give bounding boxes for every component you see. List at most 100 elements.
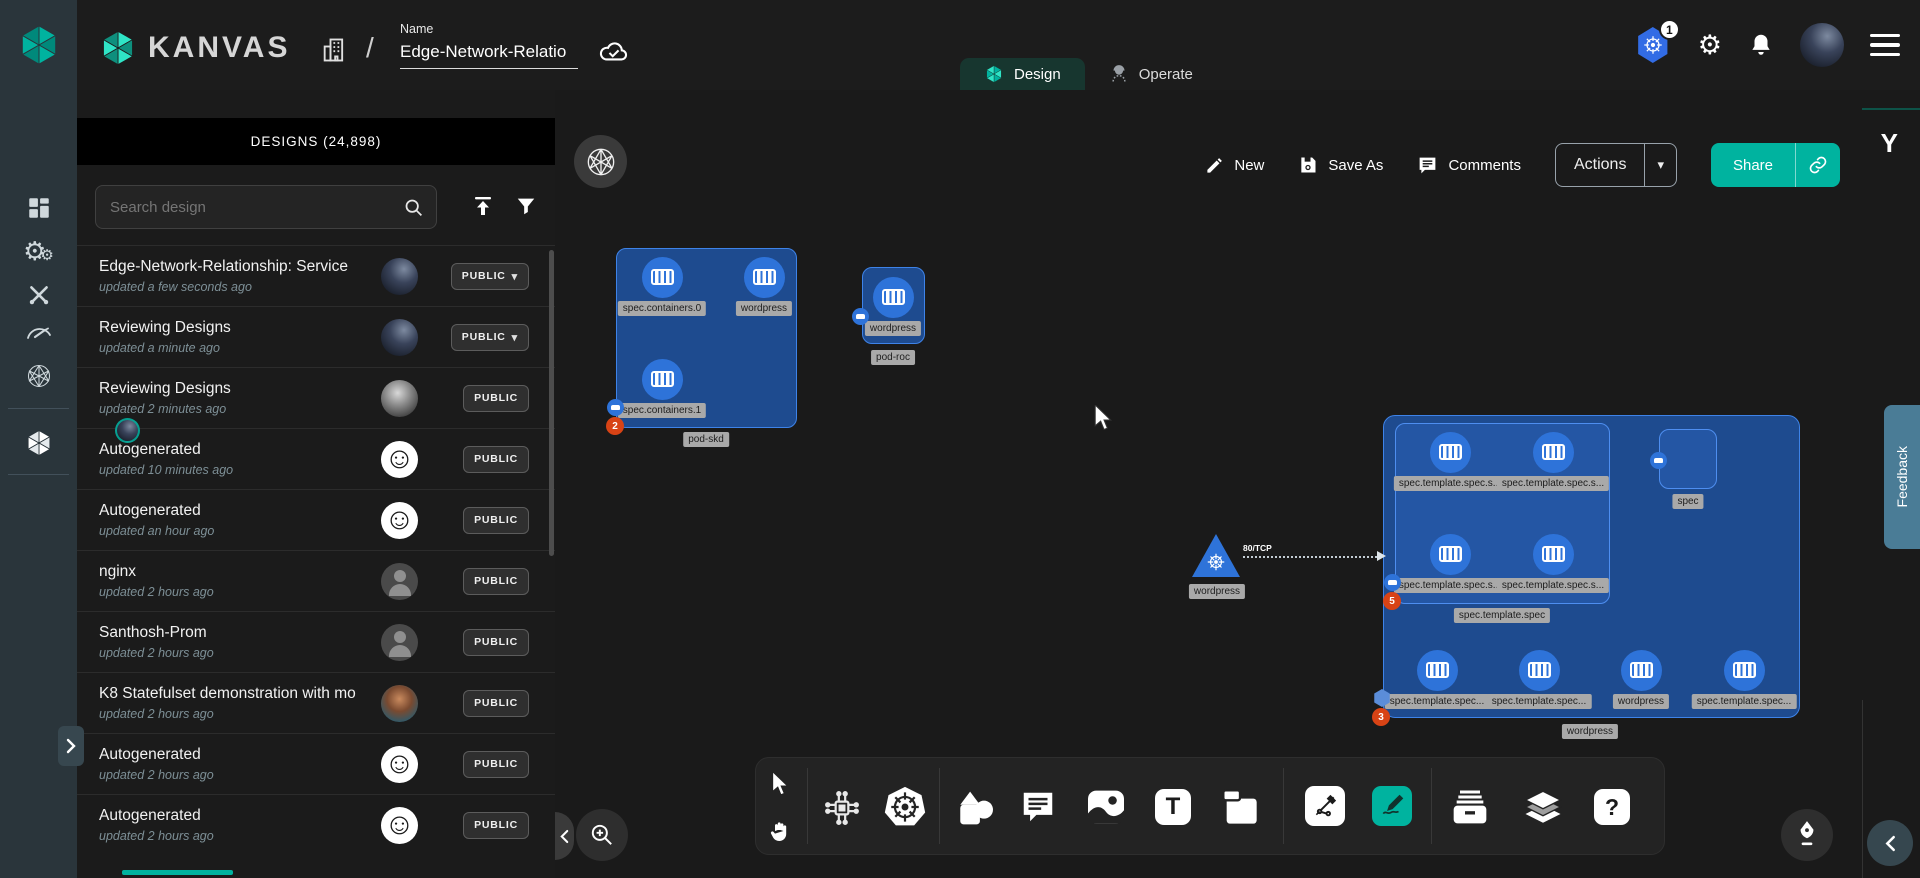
visibility-chip[interactable]: PUBLIC <box>463 629 529 656</box>
notifications-bell-icon[interactable] <box>1748 31 1774 59</box>
design-list-item[interactable]: Edge-Network-Relationship: Serviceupdate… <box>77 245 555 306</box>
service-node[interactable] <box>1192 534 1240 577</box>
visibility-chip[interactable]: PUBLIC <box>463 568 529 595</box>
container-node[interactable] <box>1430 534 1471 575</box>
settings-gear-icon[interactable]: ⚙ <box>1698 32 1722 59</box>
filter-designs-button[interactable] <box>515 195 537 222</box>
performance-dial-icon[interactable] <box>0 322 77 342</box>
pan-tool-button[interactable] <box>760 812 800 852</box>
comments-button[interactable]: Comments <box>1417 155 1521 176</box>
error-count-badge[interactable]: 2 <box>606 417 624 435</box>
history-drawer-button[interactable] <box>1448 785 1492 829</box>
copy-link-icon[interactable] <box>1795 143 1840 187</box>
visibility-chip[interactable]: PUBLIC▾ <box>451 324 529 351</box>
design-list-item[interactable]: Autogeneratedupdated 2 hours ago☺PUBLIC <box>77 733 555 794</box>
share-label[interactable]: Share <box>1711 143 1795 187</box>
visibility-chip[interactable]: PUBLIC▾ <box>451 263 529 290</box>
visibility-chip[interactable]: PUBLIC <box>463 385 529 412</box>
edge-service-to-deployment[interactable] <box>1243 556 1381 558</box>
text-tool-button[interactable]: T <box>1155 789 1191 825</box>
container-node[interactable] <box>744 257 785 298</box>
kanvas-brand[interactable]: KANVAS <box>98 28 290 68</box>
container-node[interactable] <box>642 359 683 400</box>
group-spec-template-spec[interactable] <box>1395 423 1610 604</box>
tab-design[interactable]: Design <box>960 58 1085 90</box>
configuration-tools-icon[interactable] <box>0 282 77 308</box>
design-list-item[interactable]: Santhosh-Promupdated 2 hours agoPUBLIC <box>77 611 555 672</box>
designs-scrollbar[interactable] <box>549 250 554 556</box>
import-design-button[interactable] <box>471 194 495 223</box>
visibility-label: PUBLIC <box>474 392 518 404</box>
kubernetes-context-button[interactable]: 1 <box>1636 27 1672 63</box>
freehand-draw-tool-button[interactable] <box>1372 786 1412 826</box>
kanvas-hexagon-icon[interactable] <box>0 428 77 458</box>
pod-badge-icon <box>607 399 624 416</box>
comment-tool-button[interactable] <box>1016 785 1060 829</box>
operate-tab-label: Operate <box>1139 66 1193 83</box>
container-node[interactable] <box>1533 432 1574 473</box>
visibility-label: PUBLIC <box>474 453 518 465</box>
feedback-tab[interactable]: Feedback <box>1884 405 1920 549</box>
layers-button[interactable] <box>1520 784 1566 830</box>
design-list-item[interactable]: K8 Statefulset demonstration with moupda… <box>77 672 555 733</box>
design-list-item[interactable]: Autogeneratedupdated an hour ago☺PUBLIC <box>77 489 555 550</box>
user-avatar[interactable] <box>1800 23 1844 67</box>
save-as-button[interactable]: Save As <box>1298 155 1383 175</box>
group-pod-skd-label: pod-skd <box>683 432 729 447</box>
menu-hamburger-icon[interactable] <box>1870 34 1900 57</box>
image-tool-button[interactable] <box>1084 786 1128 828</box>
group-spec[interactable] <box>1659 429 1717 489</box>
container-node[interactable] <box>1417 650 1458 691</box>
container-node[interactable] <box>873 277 914 318</box>
design-list-item[interactable]: Reviewing Designsupdated a minute agoPUB… <box>77 306 555 367</box>
container-node[interactable] <box>1621 650 1662 691</box>
container-node[interactable] <box>642 257 683 298</box>
container-node[interactable] <box>1724 650 1765 691</box>
help-tool-button[interactable]: ? <box>1594 789 1630 825</box>
tab-operate[interactable]: Operate <box>1085 58 1217 90</box>
kubernetes-tool-button[interactable] <box>882 784 928 830</box>
select-tool-button[interactable] <box>760 764 800 804</box>
new-button[interactable]: New <box>1205 156 1264 175</box>
pen-path-tool-button[interactable] <box>1305 786 1345 826</box>
organization-icon[interactable] <box>320 36 348 64</box>
design-canvas[interactable]: New Save As Comments Actions ▾ Shar <box>555 90 1920 878</box>
collapse-right-button[interactable] <box>1867 820 1913 866</box>
chevron-down-icon: ▾ <box>512 331 518 344</box>
zoom-in-icon <box>589 822 615 848</box>
components-tool-button[interactable] <box>820 786 864 830</box>
kanvas-canvas-logo-button[interactable] <box>574 135 627 188</box>
dashboard-icon[interactable] <box>0 195 77 221</box>
actions-label[interactable]: Actions <box>1556 144 1644 186</box>
actions-split-button[interactable]: Actions ▾ <box>1555 143 1677 187</box>
design-list-item[interactable]: nginxupdated 2 hours agoPUBLIC <box>77 550 555 611</box>
container-node[interactable] <box>1430 432 1471 473</box>
actions-caret[interactable]: ▾ <box>1644 144 1676 186</box>
shapes-tool-button[interactable] <box>952 786 998 830</box>
save-icon <box>1298 155 1318 175</box>
error-count-badge[interactable]: 5 <box>1383 592 1401 610</box>
visibility-chip[interactable]: PUBLIC <box>463 812 529 839</box>
meshery-extensions-icon[interactable] <box>0 362 77 390</box>
visibility-chip[interactable]: PUBLIC <box>463 751 529 778</box>
design-list-item[interactable]: Reviewing Designsupdated 2 minutes agoPU… <box>77 367 555 428</box>
zoom-button[interactable] <box>576 809 628 861</box>
visibility-chip[interactable]: PUBLIC <box>463 446 529 473</box>
container-node[interactable] <box>1533 534 1574 575</box>
share-split-button[interactable]: Share <box>1711 143 1840 187</box>
visibility-chip[interactable]: PUBLIC <box>463 690 529 717</box>
merge-branch-icon[interactable]: Y <box>1881 128 1898 159</box>
expand-sidebar-button[interactable] <box>58 726 84 766</box>
pen-nib-button[interactable] <box>1781 809 1833 861</box>
design-list-item[interactable]: Autogeneratedupdated 10 minutes ago☺PUBL… <box>77 428 555 489</box>
visibility-chip[interactable]: PUBLIC <box>463 507 529 534</box>
container-node[interactable] <box>1519 650 1560 691</box>
search-input[interactable] <box>96 199 403 216</box>
meshery-logo[interactable] <box>0 0 77 90</box>
collapse-panel-button[interactable] <box>555 812 574 860</box>
design-list-item[interactable]: Autogeneratedupdated 2 hours ago☺PUBLIC <box>77 794 555 855</box>
error-count-badge[interactable]: 3 <box>1372 708 1390 726</box>
design-name-input[interactable] <box>400 40 578 69</box>
lifecycle-gears-icon[interactable]: ⚙⚙ <box>0 238 77 264</box>
sticky-note-tool-button[interactable] <box>1220 787 1260 827</box>
